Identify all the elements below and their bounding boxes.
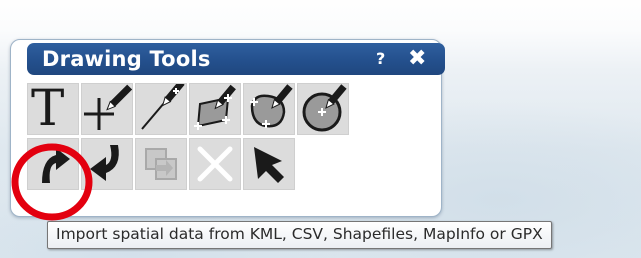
panel-title: Drawing Tools [42,47,211,71]
export-arrow-icon [90,145,119,181]
draw-circle-tool[interactable] [297,83,349,135]
draw-polygon-tool[interactable] [189,83,241,135]
export-tool[interactable] [81,138,133,190]
x-icon [197,146,233,182]
import-arrow-icon [42,148,70,183]
add-point-tool[interactable] [81,83,133,135]
import-tool[interactable] [27,138,79,190]
text-tool[interactable]: T [27,79,79,137]
tooltip: Import spatial data from KML, CSV, Shape… [47,221,552,249]
pencil-polygon-icon [194,84,236,130]
text-icon: T [31,79,65,137]
delete-tool[interactable] [189,138,241,190]
drawing-tools-panel: Drawing Tools ? ✖ T [10,39,445,217]
pencil-circle-icon [302,84,347,132]
draw-line-tool[interactable] [135,83,187,135]
pencil-area-icon [250,84,293,128]
cursor-arrow-icon [254,147,284,183]
close-button[interactable]: ✖ [408,45,426,73]
point-plus-icon [84,84,132,130]
copy-layer-tool[interactable] [135,138,187,190]
select-tool[interactable] [243,138,295,190]
panel-titlebar[interactable]: Drawing Tools ? ✖ [27,43,445,75]
help-button[interactable]: ? [376,45,385,73]
pencil-line-icon [141,84,185,130]
draw-freehand-area-tool[interactable] [243,83,295,135]
copy-icon [145,148,177,180]
